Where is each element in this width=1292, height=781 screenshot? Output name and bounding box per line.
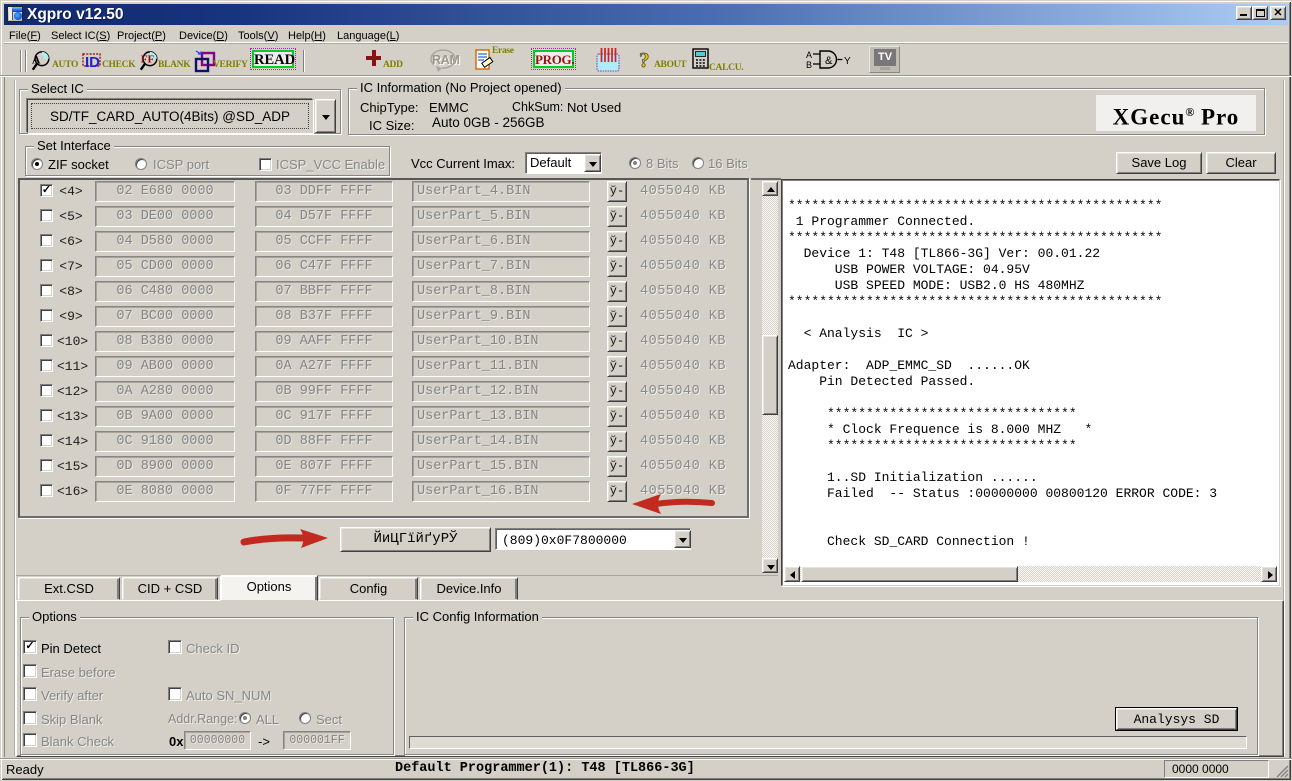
svg-text:FF: FF [141, 53, 155, 65]
svg-text:?: ? [639, 48, 650, 72]
svg-text:B: B [806, 60, 812, 70]
svg-text:A: A [806, 50, 812, 60]
svg-text:ID: ID [85, 54, 100, 71]
svg-text:A: A [32, 52, 41, 66]
svg-text:&: & [825, 55, 833, 67]
svg-text:Y: Y [844, 56, 851, 67]
